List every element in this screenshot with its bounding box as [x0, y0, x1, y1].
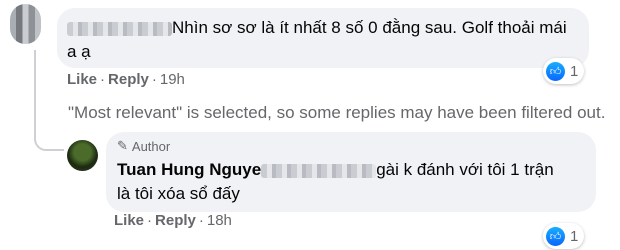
reaction-count: 1 — [570, 62, 579, 80]
author-avatar[interactable] — [67, 140, 98, 171]
reply-line-1: Tuan Hung Nguye gài k đánh với tôi 1 trận — [117, 159, 554, 181]
like-link[interactable]: Like — [114, 212, 144, 229]
comment-text: Nhìn sơ sơ là ít nhất 8 số 0 đằng sau. G… — [172, 18, 567, 37]
blurred-name — [67, 21, 172, 36]
blurred-name — [261, 163, 377, 178]
reply-actions: Like · Reply · 18h — [114, 212, 232, 229]
thumbs-up-icon: 👍︎ — [546, 61, 565, 81]
comment-actions: Like · Reply · 19h — [67, 71, 185, 88]
thumbs-up-icon: 👍︎ — [546, 226, 565, 246]
reply-connector — [34, 125, 64, 151]
commenter-avatar-blurred[interactable] — [10, 4, 41, 44]
timestamp[interactable]: 18h — [207, 212, 232, 229]
filter-notice: "Most relevant" is selected, so some rep… — [68, 103, 606, 122]
author-name[interactable]: Tuan Hung Nguye — [117, 160, 261, 179]
author-badge: ✎ Author — [117, 138, 170, 154]
author-label: Author — [131, 138, 171, 154]
reply-link[interactable]: Reply — [108, 71, 149, 88]
pencil-icon: ✎ — [117, 138, 128, 153]
comment-text-line-2: a ạ — [67, 42, 91, 61]
timestamp[interactable]: 19h — [160, 71, 185, 88]
reaction-summary[interactable]: 👍︎ 1 — [543, 58, 585, 84]
reaction-summary[interactable]: 👍︎ 1 — [543, 223, 585, 249]
reply-link[interactable]: Reply — [155, 212, 196, 229]
reply-text: gài k đánh với tôi 1 trận — [376, 160, 554, 179]
like-link[interactable]: Like — [67, 71, 97, 88]
reaction-count: 1 — [570, 227, 579, 245]
comment-text-line-1: Nhìn sơ sơ là ít nhất 8 số 0 đằng sau. G… — [67, 17, 567, 39]
reply-text-line-2: là tôi xóa sổ đấy — [117, 184, 240, 203]
